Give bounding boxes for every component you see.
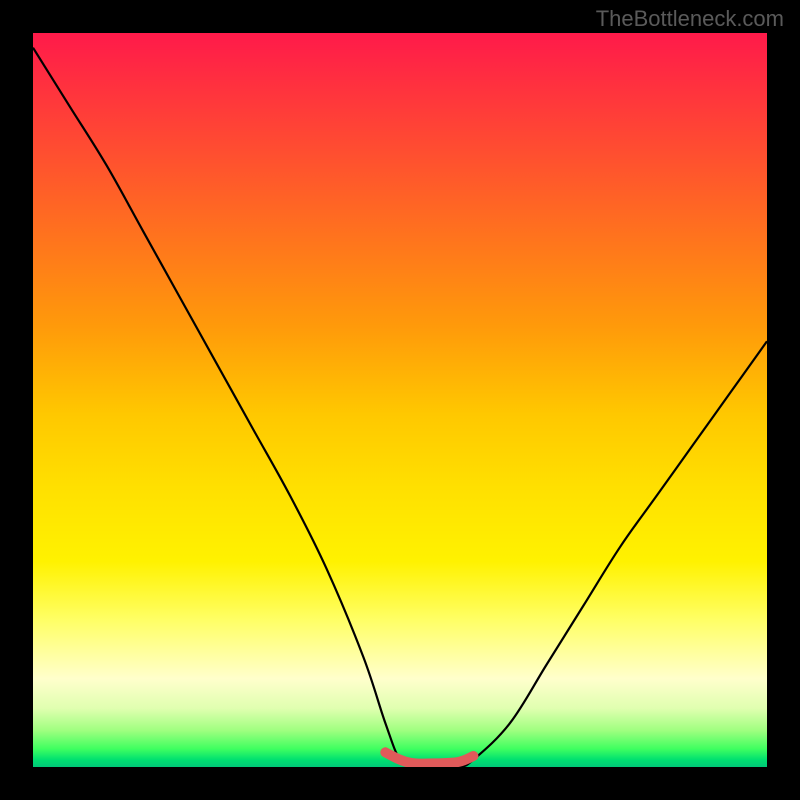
- attribution-text: TheBottleneck.com: [596, 6, 784, 32]
- bottleneck-curve-svg: [33, 33, 767, 767]
- curve-highlight-path: [385, 752, 473, 763]
- chart-plot-area: [33, 33, 767, 767]
- curve-main-path: [33, 48, 767, 767]
